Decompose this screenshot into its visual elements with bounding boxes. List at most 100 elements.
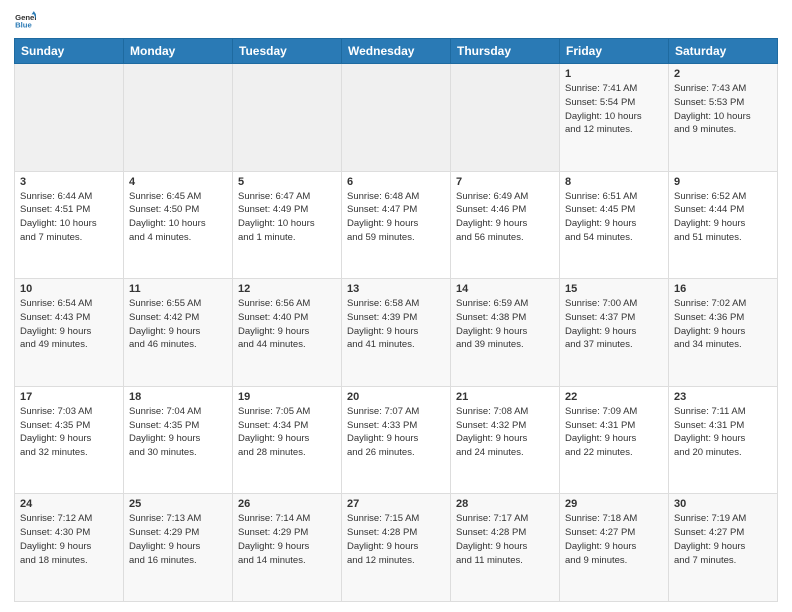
- day-info: Sunrise: 7:04 AMSunset: 4:35 PMDaylight:…: [129, 405, 227, 460]
- day-number: 18: [129, 391, 227, 403]
- day-number: 10: [20, 283, 118, 295]
- day-info: Sunrise: 7:18 AMSunset: 4:27 PMDaylight:…: [565, 512, 663, 567]
- day-cell: [451, 64, 560, 172]
- day-number: 4: [129, 176, 227, 188]
- header-saturday: Saturday: [669, 39, 778, 64]
- day-info: Sunrise: 6:58 AMSunset: 4:39 PMDaylight:…: [347, 297, 445, 352]
- day-cell: 6Sunrise: 6:48 AMSunset: 4:47 PMDaylight…: [342, 171, 451, 279]
- day-info: Sunrise: 7:08 AMSunset: 4:32 PMDaylight:…: [456, 405, 554, 460]
- day-info: Sunrise: 6:56 AMSunset: 4:40 PMDaylight:…: [238, 297, 336, 352]
- day-cell: 19 Sunrise: 7:05 AMSunset: 4:34 PMDayligh…: [233, 386, 342, 494]
- day-info: Sunrise: 7:41 AMSunset: 5:54 PMDaylight:…: [565, 82, 663, 137]
- day-cell: 28 Sunrise: 7:17 AMSunset: 4:28 PMDayligh…: [451, 494, 560, 602]
- day-number: 20: [347, 391, 445, 403]
- day-info: Sunrise: 7:09 AMSunset: 4:31 PMDaylight:…: [565, 405, 663, 460]
- day-cell: [124, 64, 233, 172]
- day-info: Sunrise: 7:43 AMSunset: 5:53 PMDaylight:…: [674, 82, 772, 137]
- day-cell: 10 Sunrise: 6:54 AMSunset: 4:43 PMDayligh…: [15, 279, 124, 387]
- calendar-header-row: SundayMondayTuesdayWednesdayThursdayFrid…: [15, 39, 778, 64]
- week-row-5: 24 Sunrise: 7:12 AMSunset: 4:30 PMDayligh…: [15, 494, 778, 602]
- day-number: 17: [20, 391, 118, 403]
- day-cell: 15Sunrise: 7:00 AMSunset: 4:37 PMDayligh…: [560, 279, 669, 387]
- day-cell: 9 Sunrise: 6:52 AMSunset: 4:44 PMDaylight…: [669, 171, 778, 279]
- day-number: 15: [565, 283, 663, 295]
- header: General Blue: [14, 10, 778, 32]
- header-friday: Friday: [560, 39, 669, 64]
- day-info: Sunrise: 6:44 AMSunset: 4:51 PMDaylight:…: [20, 190, 118, 245]
- day-info: Sunrise: 7:17 AMSunset: 4:28 PMDaylight:…: [456, 512, 554, 567]
- header-wednesday: Wednesday: [342, 39, 451, 64]
- day-cell: 20 Sunrise: 7:07 AMSunset: 4:33 PMDayligh…: [342, 386, 451, 494]
- day-info: Sunrise: 6:47 AMSunset: 4:49 PMDaylight:…: [238, 190, 336, 245]
- day-cell: 18 Sunrise: 7:04 AMSunset: 4:35 PMDayligh…: [124, 386, 233, 494]
- svg-text:Blue: Blue: [15, 21, 32, 30]
- day-info: Sunrise: 6:45 AMSunset: 4:50 PMDaylight:…: [129, 190, 227, 245]
- day-number: 29: [565, 498, 663, 510]
- day-number: 19: [238, 391, 336, 403]
- day-number: 28: [456, 498, 554, 510]
- day-info: Sunrise: 7:15 AMSunset: 4:28 PMDaylight:…: [347, 512, 445, 567]
- day-cell: 5 Sunrise: 6:47 AMSunset: 4:49 PMDaylight…: [233, 171, 342, 279]
- day-number: 1: [565, 68, 663, 80]
- day-cell: 29 Sunrise: 7:18 AMSunset: 4:27 PMDayligh…: [560, 494, 669, 602]
- header-sunday: Sunday: [15, 39, 124, 64]
- day-cell: 3 Sunrise: 6:44 AMSunset: 4:51 PMDaylight…: [15, 171, 124, 279]
- day-info: Sunrise: 6:54 AMSunset: 4:43 PMDaylight:…: [20, 297, 118, 352]
- day-cell: 4 Sunrise: 6:45 AMSunset: 4:50 PMDaylight…: [124, 171, 233, 279]
- day-info: Sunrise: 7:11 AMSunset: 4:31 PMDaylight:…: [674, 405, 772, 460]
- day-cell: 12 Sunrise: 6:56 AMSunset: 4:40 PMDayligh…: [233, 279, 342, 387]
- day-number: 9: [674, 176, 772, 188]
- day-info: Sunrise: 6:49 AMSunset: 4:46 PMDaylight:…: [456, 190, 554, 245]
- header-monday: Monday: [124, 39, 233, 64]
- day-cell: 2 Sunrise: 7:43 AMSunset: 5:53 PMDaylight…: [669, 64, 778, 172]
- day-cell: 16 Sunrise: 7:02 AMSunset: 4:36 PMDayligh…: [669, 279, 778, 387]
- day-number: 7: [456, 176, 554, 188]
- day-number: 25: [129, 498, 227, 510]
- day-number: 8: [565, 176, 663, 188]
- day-info: Sunrise: 7:12 AMSunset: 4:30 PMDaylight:…: [20, 512, 118, 567]
- day-cell: [342, 64, 451, 172]
- day-number: 24: [20, 498, 118, 510]
- week-row-2: 3 Sunrise: 6:44 AMSunset: 4:51 PMDaylight…: [15, 171, 778, 279]
- day-info: Sunrise: 7:07 AMSunset: 4:33 PMDaylight:…: [347, 405, 445, 460]
- day-info: Sunrise: 7:02 AMSunset: 4:36 PMDaylight:…: [674, 297, 772, 352]
- day-info: Sunrise: 7:03 AMSunset: 4:35 PMDaylight:…: [20, 405, 118, 460]
- day-number: 3: [20, 176, 118, 188]
- day-number: 2: [674, 68, 772, 80]
- header-thursday: Thursday: [451, 39, 560, 64]
- day-info: Sunrise: 7:13 AMSunset: 4:29 PMDaylight:…: [129, 512, 227, 567]
- week-row-4: 17 Sunrise: 7:03 AMSunset: 4:35 PMDayligh…: [15, 386, 778, 494]
- day-info: Sunrise: 6:52 AMSunset: 4:44 PMDaylight:…: [674, 190, 772, 245]
- day-cell: 7 Sunrise: 6:49 AMSunset: 4:46 PMDaylight…: [451, 171, 560, 279]
- day-number: 13: [347, 283, 445, 295]
- day-number: 14: [456, 283, 554, 295]
- day-cell: 21 Sunrise: 7:08 AMSunset: 4:32 PMDayligh…: [451, 386, 560, 494]
- day-number: 5: [238, 176, 336, 188]
- day-info: Sunrise: 6:51 AMSunset: 4:45 PMDaylight:…: [565, 190, 663, 245]
- day-number: 6: [347, 176, 445, 188]
- header-tuesday: Tuesday: [233, 39, 342, 64]
- day-cell: 1 Sunrise: 7:41 AMSunset: 5:54 PMDaylight…: [560, 64, 669, 172]
- logo-icon: General Blue: [14, 10, 36, 32]
- day-number: 12: [238, 283, 336, 295]
- day-cell: 13 Sunrise: 6:58 AMSunset: 4:39 PMDayligh…: [342, 279, 451, 387]
- day-cell: 27 Sunrise: 7:15 AMSunset: 4:28 PMDayligh…: [342, 494, 451, 602]
- day-number: 11: [129, 283, 227, 295]
- day-number: 30: [674, 498, 772, 510]
- day-number: 23: [674, 391, 772, 403]
- day-cell: 26Sunrise: 7:14 AMSunset: 4:29 PMDayligh…: [233, 494, 342, 602]
- day-number: 16: [674, 283, 772, 295]
- day-cell: 17 Sunrise: 7:03 AMSunset: 4:35 PMDayligh…: [15, 386, 124, 494]
- week-row-1: 1 Sunrise: 7:41 AMSunset: 5:54 PMDaylight…: [15, 64, 778, 172]
- day-info: Sunrise: 7:19 AMSunset: 4:27 PMDaylight:…: [674, 512, 772, 567]
- day-cell: 24 Sunrise: 7:12 AMSunset: 4:30 PMDayligh…: [15, 494, 124, 602]
- day-number: 27: [347, 498, 445, 510]
- day-number: 22: [565, 391, 663, 403]
- day-cell: 30 Sunrise: 7:19 AMSunset: 4:27 PMDayligh…: [669, 494, 778, 602]
- day-info: Sunrise: 6:55 AMSunset: 4:42 PMDaylight:…: [129, 297, 227, 352]
- day-cell: 11 Sunrise: 6:55 AMSunset: 4:42 PMDayligh…: [124, 279, 233, 387]
- day-info: Sunrise: 7:05 AMSunset: 4:34 PMDaylight:…: [238, 405, 336, 460]
- day-cell: 8 Sunrise: 6:51 AMSunset: 4:45 PMDaylight…: [560, 171, 669, 279]
- week-row-3: 10 Sunrise: 6:54 AMSunset: 4:43 PMDayligh…: [15, 279, 778, 387]
- day-number: 21: [456, 391, 554, 403]
